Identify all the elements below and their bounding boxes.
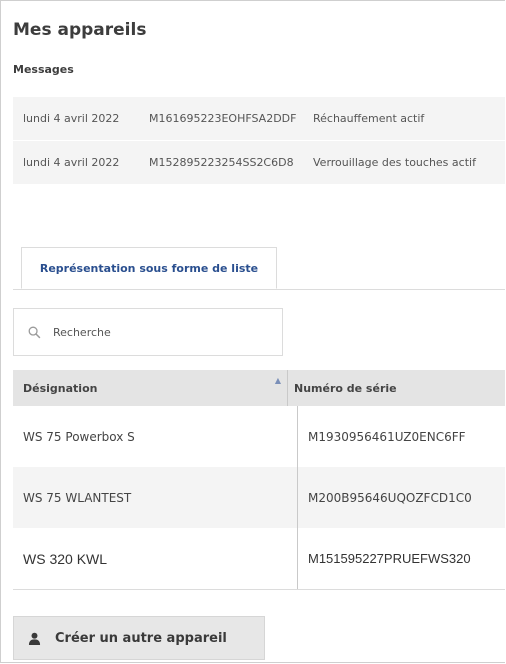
cell-serial: M1930956461UZ0ENC6FF — [297, 406, 505, 467]
search-box[interactable] — [13, 308, 283, 356]
tab-list-view[interactable]: Représentation sous forme de liste — [21, 247, 277, 289]
messages-section-title: Messages — [13, 63, 74, 76]
column-header-serial[interactable]: Numéro de série — [287, 370, 505, 406]
cell-designation: WS 75 WLANTEST — [23, 490, 132, 505]
column-header-designation-label: Désignation — [23, 381, 98, 395]
message-serial: M152895223254SS2C6D8 — [149, 156, 294, 169]
messages-list: lundi 4 avril 2022 M161695223EOHFSA2DDF … — [13, 97, 505, 185]
user-icon — [28, 632, 41, 645]
column-header-designation[interactable]: Désignation ▲ — [13, 376, 287, 395]
search-input[interactable] — [53, 325, 253, 339]
create-device-button[interactable]: Créer un autre appareil — [13, 616, 265, 660]
table-row[interactable]: WS 75 Powerbox S M1930956461UZ0ENC6FF — [13, 406, 505, 467]
column-header-serial-label: Numéro de série — [294, 381, 397, 395]
search-icon — [28, 326, 41, 338]
table-row[interactable]: WS 320 KWL M151595227PRUEFWS320 — [13, 528, 505, 590]
page-title: Mes appareils — [13, 20, 147, 40]
create-device-label: Créer un autre appareil — [55, 630, 227, 646]
cell-designation: WS 75 Powerbox S — [23, 429, 135, 444]
view-tabs: Représentation sous forme de liste — [13, 247, 505, 290]
cell-designation: WS 320 KWL — [23, 550, 108, 567]
message-text: Réchauffement actif — [313, 112, 425, 125]
message-date: lundi 4 avril 2022 — [23, 156, 120, 169]
message-text: Verrouillage des touches actif — [313, 156, 476, 169]
message-row: lundi 4 avril 2022 M161695223EOHFSA2DDF … — [13, 97, 505, 140]
devices-table: Désignation ▲ Numéro de série WS 75 Powe… — [13, 370, 505, 590]
app-frame: Mes appareils Messages lundi 4 avril 202… — [0, 0, 505, 663]
message-row: lundi 4 avril 2022 M152895223254SS2C6D8 … — [13, 141, 505, 184]
cell-serial: M200B95646UQOZFCD1C0 — [297, 467, 505, 528]
table-header: Désignation ▲ Numéro de série — [13, 370, 505, 406]
cell-serial: M151595227PRUEFWS320 — [297, 528, 505, 589]
sort-ascending-icon[interactable]: ▲ — [275, 376, 281, 385]
message-serial: M161695223EOHFSA2DDF — [149, 112, 297, 125]
message-date: lundi 4 avril 2022 — [23, 112, 120, 125]
table-row[interactable]: WS 75 WLANTEST M200B95646UQOZFCD1C0 — [13, 467, 505, 528]
